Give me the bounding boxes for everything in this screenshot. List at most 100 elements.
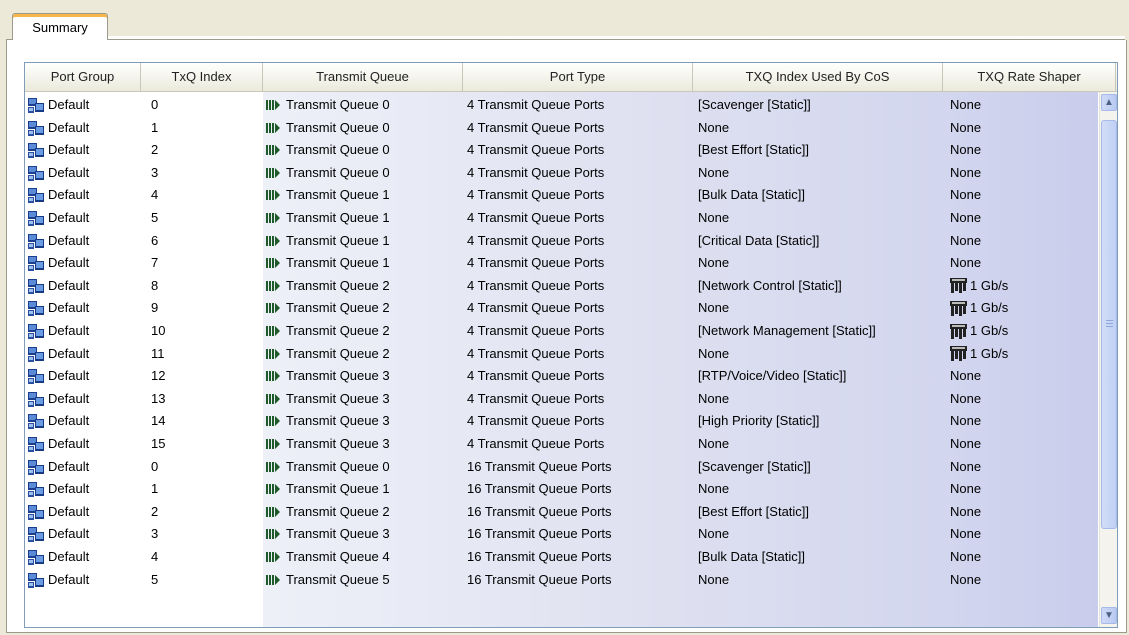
table-row[interactable]: Default 5 Transmit Queue 5 16 Transmit Queu…: [25, 569, 1098, 591]
cell-txq-rate-shaper: None: [943, 162, 1098, 184]
column-header-transmit-queue[interactable]: Transmit Queue: [263, 63, 463, 91]
cell-txq-index: 10: [151, 323, 166, 338]
cell-txq-index: 0: [151, 97, 159, 112]
cell-transmit-queue: Transmit Queue 3: [263, 523, 463, 545]
cell-txq-index-used-by-cos: None: [698, 390, 730, 406]
cell-port-group: Default: [25, 207, 141, 229]
cell-txq-index-used-by-cos: None: [698, 210, 730, 225]
cell-transmit-queue: Transmit Queue 3: [263, 410, 463, 432]
column-header-txq-index-used-by-cos[interactable]: TXQ Index Used By CoS: [693, 63, 943, 91]
table-row[interactable]: Default 0 Transmit Queue 0 4 Transmit Queue…: [25, 94, 1098, 116]
port-group-icon: [28, 278, 44, 294]
transmit-queue-icon: [266, 190, 280, 201]
tab-summary[interactable]: Summary: [12, 13, 108, 41]
port-group-text: Default: [48, 119, 90, 135]
port-group-text: Default: [48, 232, 90, 248]
table-row[interactable]: Default 7 Transmit Queue 1 4 Transmit Queue…: [25, 252, 1098, 274]
table-row[interactable]: Default 4 Transmit Queue 4 16 Transmit Queu…: [25, 546, 1098, 568]
rate-shaper-text: 1 Gb/s: [970, 323, 1009, 338]
transmit-queue-icon: [266, 145, 280, 156]
transmit-queue-icon: [266, 122, 280, 133]
cell-port-group: Default: [25, 456, 141, 478]
table-row[interactable]: Default 1 Transmit Queue 0 4 Transmit Queue…: [25, 117, 1098, 139]
cell-transmit-queue: Transmit Queue 1: [263, 252, 463, 274]
scroll-up-button[interactable]: ▲: [1101, 94, 1117, 111]
cell-txq-index: 11: [151, 345, 165, 361]
transmit-queue-icon: [266, 416, 280, 427]
table-row[interactable]: Default 15 Transmit Queue 3 4 Transmit Queu…: [25, 433, 1098, 455]
cell-txq-index-used-by-cos: [RTP/Voice/Video [Static]]: [698, 368, 847, 384]
cell-txq-rate-shaper: None: [943, 478, 1098, 500]
cell-port-type: 16 Transmit Queue Ports: [467, 526, 612, 542]
cell-txq-index: 8: [151, 277, 159, 293]
table-row[interactable]: Default 1 Transmit Queue 1 16 Transmit Queu…: [25, 478, 1098, 500]
transmit-queue-icon: [266, 506, 280, 517]
cell-txq-index: 4: [151, 187, 159, 203]
cell-txq-rate-shaper: None: [943, 546, 1098, 568]
cell-port-type: 4 Transmit Queue Ports: [467, 164, 605, 180]
cell-txq-index-used-by-cos: [Best Effort [Static]]: [698, 503, 810, 519]
table-row[interactable]: Default 13 Transmit Queue 3 4 Transmit Queu…: [25, 388, 1098, 410]
column-header-port-type[interactable]: Port Type: [463, 63, 693, 91]
cell-port-type: 4 Transmit Queue Ports: [467, 277, 605, 293]
rate-shaper-text: None: [950, 458, 982, 474]
port-group-icon: [28, 98, 44, 113]
cell-transmit-queue: Transmit Queue 1: [263, 478, 463, 500]
table-row[interactable]: Default 0 Transmit Queue 0 16 Transmit Queu…: [25, 456, 1098, 478]
table-row[interactable]: Default 4 Transmit Queue 1 4 Transmit Queue…: [25, 184, 1098, 206]
column-header-txq-index[interactable]: TxQ Index: [141, 63, 263, 91]
table-row[interactable]: Default 10 Transmit Queue 2 4 Transmit Queu…: [25, 320, 1098, 342]
cell-port-group: Default: [25, 275, 141, 297]
cell-txq-index: 9: [151, 300, 159, 316]
cell-transmit-queue: Transmit Queue 1: [263, 230, 463, 252]
port-group-text: Default: [48, 571, 90, 587]
cell-txq-rate-shaper: None: [943, 94, 1098, 116]
rate-shaper-text: None: [950, 97, 982, 112]
cell-port-type: 4 Transmit Queue Ports: [467, 232, 605, 248]
cell-txq-rate-shaper: None: [943, 569, 1098, 591]
port-group-text: Default: [48, 390, 90, 406]
column-header-port-group[interactable]: Port Group: [25, 63, 141, 91]
table-row[interactable]: Default 3 Transmit Queue 3 16 Transmit Queu…: [25, 523, 1098, 545]
cell-txq-index: 0: [151, 458, 159, 474]
port-group-icon: [28, 301, 44, 317]
transmit-queue-icon: [266, 280, 280, 291]
table-row[interactable]: Default 14 Transmit Queue 3 4 Transmit Queu…: [25, 410, 1098, 432]
table-row[interactable]: Default 9 Transmit Queue 2 4 Transmit Queue…: [25, 297, 1098, 319]
rate-shaper-text: None: [950, 164, 982, 180]
vertical-scrollbar[interactable]: ▲ ▼: [1099, 92, 1117, 627]
table-row[interactable]: Default 2 Transmit Queue 2 16 Transmit Queu…: [25, 501, 1098, 523]
table-row[interactable]: Default 8 Transmit Queue 2 4 Transmit Queue…: [25, 275, 1098, 297]
column-header-txq-rate-shaper[interactable]: TXQ Rate Shaper: [943, 63, 1116, 91]
port-group-text: Default: [48, 97, 90, 112]
transmit-queue-icon: [266, 100, 280, 110]
cell-txq-index: 1: [151, 481, 159, 497]
rate-shaper-icon: [950, 323, 967, 339]
cell-txq-index-used-by-cos: [Network Control [Static]]: [698, 277, 842, 293]
table-row[interactable]: Default 6 Transmit Queue 1 4 Transmit Queue…: [25, 230, 1098, 252]
scroll-down-button[interactable]: ▼: [1101, 607, 1117, 624]
cell-txq-index-used-by-cos: [Best Effort [Static]]: [698, 142, 810, 158]
cell-port-group: Default: [25, 433, 141, 455]
table-row[interactable]: Default 11 Transmit Queue 2 4 Transmit Queu…: [25, 343, 1098, 365]
port-group-icon: [28, 165, 44, 181]
table-row[interactable]: Default 2 Transmit Queue 0 4 Transmit Queue…: [25, 139, 1098, 161]
rate-shaper-icon: [950, 278, 967, 294]
cell-txq-index: 2: [151, 142, 159, 158]
cell-txq-index: 12: [151, 368, 166, 384]
table-row[interactable]: Default 5 Transmit Queue 1 4 Transmit Queue…: [25, 207, 1098, 229]
cell-txq-rate-shaper: None: [943, 207, 1098, 229]
cell-port-type: 16 Transmit Queue Ports: [467, 503, 612, 519]
cell-txq-rate-shaper: None: [943, 456, 1098, 478]
table-row[interactable]: Default 12 Transmit Queue 3 4 Transmit Queu…: [25, 365, 1098, 387]
port-group-text: Default: [48, 436, 90, 451]
transmit-queue-icon: [266, 326, 280, 336]
table-row[interactable]: Default 3 Transmit Queue 0 4 Transmit Queue…: [25, 162, 1098, 184]
cell-txq-index: 3: [151, 164, 159, 180]
cell-port-type: 4 Transmit Queue Ports: [467, 210, 605, 225]
cell-transmit-queue: Transmit Queue 5: [263, 569, 463, 591]
cell-transmit-queue: Transmit Queue 2: [263, 501, 463, 523]
cell-transmit-queue: Transmit Queue 2: [263, 320, 463, 342]
scroll-thumb[interactable]: [1101, 120, 1117, 529]
rate-shaper-text: None: [950, 390, 982, 406]
